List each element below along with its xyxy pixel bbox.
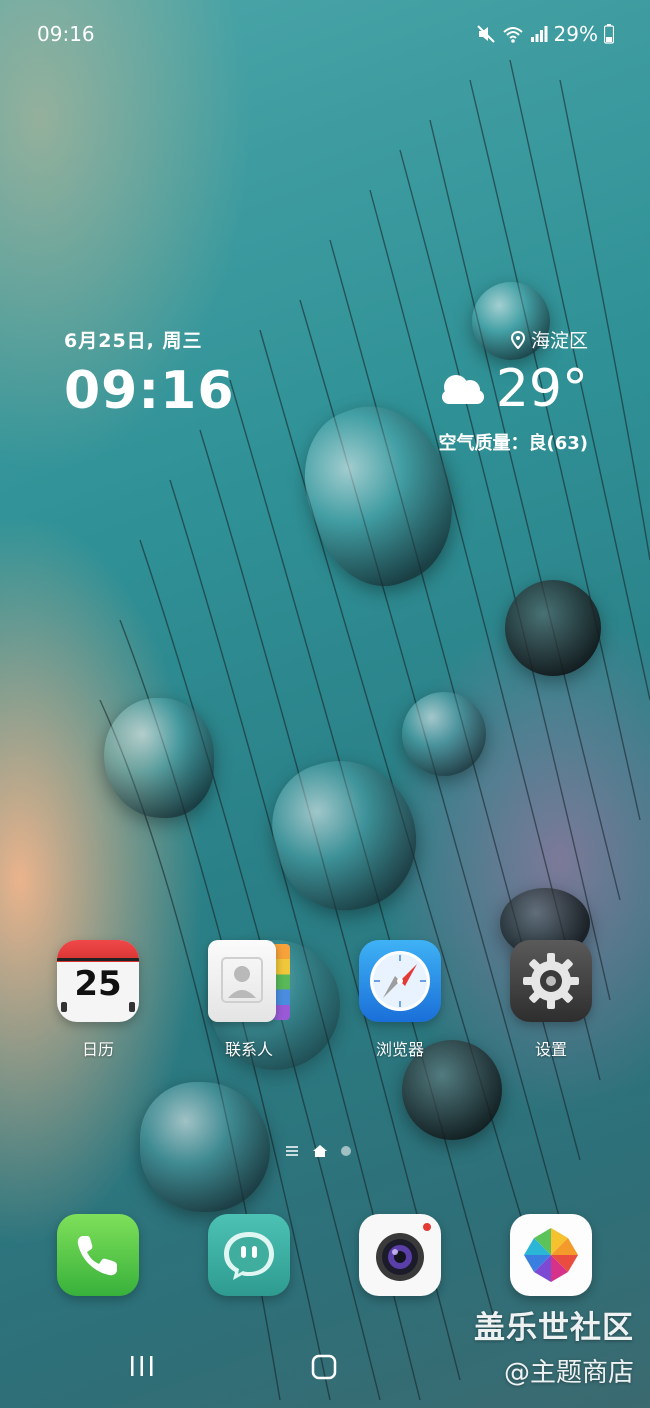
app-settings[interactable]: 设置 [496,940,606,1060]
status-bar: 09:16 29% [37,20,614,48]
status-time: 09:16 [37,22,95,46]
dock-phone[interactable] [43,1214,153,1296]
messages-icon [208,1214,290,1296]
watermark-title: 盖乐世社区 [474,1310,634,1346]
watermark-subtitle: @主题商店 [503,1358,634,1388]
page-list-icon [286,1146,298,1156]
gallery-pinwheel-icon [510,1214,592,1296]
calendar-day: 25 [74,964,122,1004]
wifi-icon [502,27,523,43]
weather-widget[interactable]: 海淀区 29° 空气质量：良(63) [436,326,588,455]
page-dot [341,1146,351,1156]
weather-location: 海淀区 [530,330,588,352]
contacts-icon [208,940,290,1022]
cloudy-icon [441,375,484,404]
location-pin-icon [510,330,525,349]
feather-strands [99,59,650,1401]
gear-icon [510,940,592,1022]
battery-percent: 29% [553,22,598,46]
phone-icon [57,1214,139,1296]
home-button-icon[interactable] [311,1354,337,1380]
weather-temperature: 29° [495,359,588,419]
dock-camera[interactable] [345,1214,455,1296]
dock-messages[interactable] [194,1214,304,1296]
page-indicator[interactable] [285,1145,351,1157]
mute-icon [476,25,495,43]
home-page-icon [313,1145,327,1157]
camera-icon [359,1214,441,1296]
clock-widget[interactable]: 6月25日, 周三 09:16 [64,326,235,421]
browser-compass-icon [359,940,441,1022]
signal-icon [530,26,548,42]
recent-apps-icon[interactable] [128,1354,156,1378]
widget-date: 6月25日, 周三 [64,330,203,352]
app-label-settings: 设置 [534,1040,567,1059]
app-calendar[interactable]: 25 日历 [43,940,153,1060]
widget-time: 09:16 [64,361,235,421]
app-contacts[interactable]: 联系人 [194,940,304,1060]
dock-gallery[interactable] [496,1214,606,1296]
app-label-contacts: 联系人 [224,1040,273,1059]
battery-icon [604,24,614,44]
calendar-icon: 25 [57,940,139,1022]
wallpaper [0,0,650,1408]
app-label-browser: 浏览器 [375,1040,424,1059]
app-label-calendar: 日历 [81,1040,114,1059]
air-quality: 空气质量：良(63) [438,433,588,454]
app-browser[interactable]: 浏览器 [345,940,455,1060]
